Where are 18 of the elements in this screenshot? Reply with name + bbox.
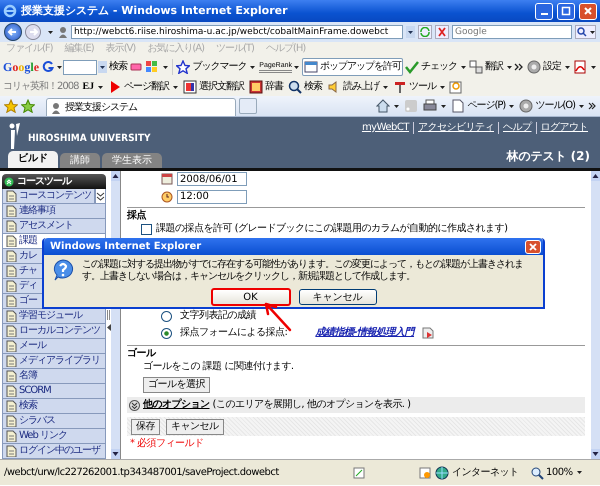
toolbar-label: コリャ英和！2008 [3,81,78,93]
dialog-title: Windows Internet Explorer [50,240,202,252]
dialog-message: この課題に対する提出物がすでに存在する可能性があります。この変更によって，もとの課題が上書きされます。上書きしない場合は，キャンセルをクリックし，新規課題として作成します。 [82,259,524,283]
course-title: 林のテスト (2) [506,149,590,163]
status-text: /webct/urw/lc227262001.tp343487001/saveProject.dowebct [4,466,280,478]
more-options-note: (このエリアを展開し, 他のオプションを表示. ) [212,399,411,411]
google-logo: Google [3,60,40,74]
checkbox-label: 課題の採点を許可 (グレードブックにこの課題用のカラムが自動的に作成されます) [156,223,508,235]
goal-description: ゴールをこの 課題 に関連付けます. [143,361,295,373]
security-zone: インターネット [452,466,518,478]
required-note: * 必須フィールド [130,438,205,450]
radio-label: 採点フォームによる採点: [180,327,288,339]
section-heading: ゴール [127,348,157,360]
window-title: 授業支援システム - Windows Internet Explorer [21,5,288,17]
sidebar-heading: コースツール [2,174,106,189]
radio-label: 文字列表記の成績 [180,310,256,322]
section-heading: 採点 [127,210,148,222]
university-name: HIROSHIMA UNIVERSITY [28,132,151,144]
